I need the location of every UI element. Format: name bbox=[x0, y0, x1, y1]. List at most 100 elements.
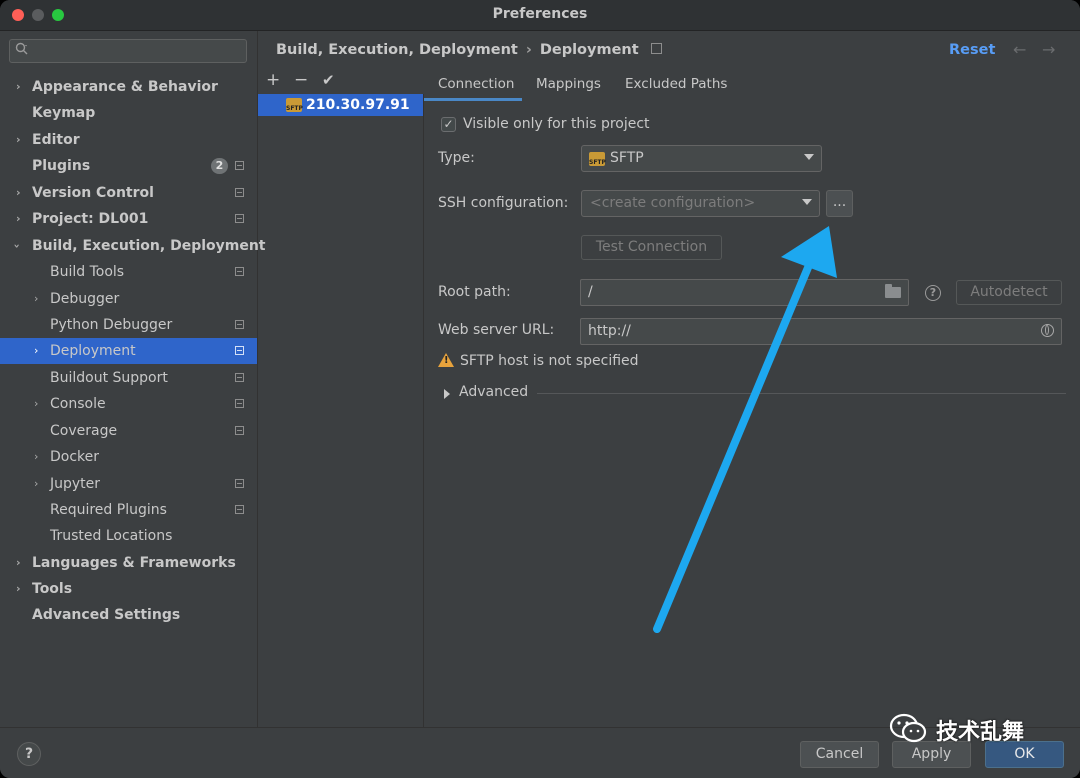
type-value: SFTP bbox=[610, 150, 644, 166]
sidebar-item-label: Buildout Support bbox=[50, 370, 168, 386]
sidebar-item-advanced-settings[interactable]: Advanced Settings bbox=[0, 602, 257, 628]
back-arrow-icon[interactable]: ← bbox=[1013, 40, 1026, 59]
sidebar-item-docker[interactable]: › Docker bbox=[0, 444, 257, 470]
search-icon bbox=[15, 42, 29, 60]
help-icon[interactable]: ? bbox=[925, 285, 941, 301]
autodetect-button[interactable]: Autodetect bbox=[956, 280, 1062, 305]
sidebar-item-build-tools[interactable]: Build Tools bbox=[0, 259, 257, 285]
sidebar-item-console[interactable]: › Console bbox=[0, 391, 257, 417]
server-name: 210.30.97.91 bbox=[306, 97, 410, 113]
web-server-url-label: Web server URL: bbox=[438, 322, 555, 338]
advanced-section-toggle[interactable]: Advanced bbox=[459, 384, 528, 400]
type-select[interactable]: SFTP bbox=[581, 145, 822, 172]
sidebar-item-tools[interactable]: › Tools bbox=[0, 576, 257, 602]
breadcrumb-parent[interactable]: Build, Execution, Deployment bbox=[276, 42, 518, 58]
server-list-item[interactable]: 210.30.97.91 bbox=[258, 94, 423, 116]
sidebar-item-jupyter[interactable]: › Jupyter bbox=[0, 471, 257, 497]
sidebar-item-label: Project: DL001 bbox=[32, 211, 149, 227]
ssh-configuration-value: <create configuration> bbox=[590, 195, 756, 211]
cancel-button[interactable]: Cancel bbox=[800, 741, 879, 768]
deployment-tabs: Connection Mappings Excluded Paths bbox=[424, 70, 1080, 102]
sidebar-item-editor[interactable]: › Editor bbox=[0, 127, 257, 153]
sidebar-item-languages-frameworks[interactable]: › Languages & Frameworks bbox=[0, 550, 257, 576]
folder-icon[interactable] bbox=[885, 284, 901, 298]
project-settings-icon bbox=[235, 479, 244, 488]
chevron-right-icon: › bbox=[34, 397, 39, 410]
sidebar-item-buildout-support[interactable]: Buildout Support bbox=[0, 365, 257, 391]
sidebar-item-appearance-behavior[interactable]: › Appearance & Behavior bbox=[0, 74, 257, 100]
preferences-window: Preferences › Appearance & Behavior Keym… bbox=[0, 0, 1080, 778]
sidebar-item-label: Plugins bbox=[32, 158, 91, 174]
title-bar: Preferences bbox=[0, 0, 1080, 31]
root-path-label: Root path: bbox=[438, 284, 511, 300]
sidebar-item-label: Keymap bbox=[32, 105, 96, 121]
test-connection-button[interactable]: Test Connection bbox=[581, 235, 722, 260]
sidebar-item-label: Version Control bbox=[32, 185, 154, 201]
project-settings-icon bbox=[235, 214, 244, 223]
tab-excluded-paths[interactable]: Excluded Paths bbox=[625, 76, 727, 92]
web-server-url-input[interactable]: http:// bbox=[580, 318, 1062, 345]
sidebar-item-project[interactable]: › Project: DL001 bbox=[0, 206, 257, 232]
chevron-right-icon: › bbox=[16, 556, 21, 569]
visible-only-checkbox[interactable]: ✓ bbox=[441, 117, 456, 132]
root-path-input[interactable]: / bbox=[580, 279, 909, 306]
chevron-down-icon bbox=[804, 154, 814, 160]
server-list-toolbar: + − ✔ bbox=[258, 70, 422, 92]
type-label: Type: bbox=[438, 150, 475, 166]
sidebar-item-label: Editor bbox=[32, 132, 80, 148]
sidebar-item-label: Coverage bbox=[50, 423, 118, 439]
tab-mappings[interactable]: Mappings bbox=[536, 76, 601, 92]
sidebar-item-label: Build Tools bbox=[50, 264, 125, 280]
settings-search-input[interactable] bbox=[9, 39, 247, 63]
tab-connection[interactable]: Connection bbox=[438, 76, 514, 92]
help-button[interactable]: ? bbox=[17, 742, 41, 766]
breadcrumb-separator: › bbox=[525, 42, 532, 58]
chevron-right-icon: › bbox=[16, 582, 21, 595]
project-settings-icon bbox=[235, 161, 244, 170]
sidebar-item-label: Appearance & Behavior bbox=[32, 79, 218, 95]
sidebar-item-deployment[interactable]: › Deployment bbox=[0, 338, 257, 364]
sidebar-item-coverage[interactable]: Coverage bbox=[0, 418, 257, 444]
set-default-server-button[interactable]: ✔ bbox=[322, 71, 335, 89]
sidebar-item-label: Languages & Frameworks bbox=[32, 555, 236, 571]
ssh-configuration-label: SSH configuration: bbox=[438, 195, 569, 211]
sidebar-item-keymap[interactable]: Keymap bbox=[0, 100, 257, 126]
forward-arrow-icon[interactable]: → bbox=[1042, 40, 1055, 59]
project-settings-icon bbox=[650, 43, 662, 54]
sidebar-item-python-debugger[interactable]: Python Debugger bbox=[0, 312, 257, 338]
ssh-configuration-select[interactable]: <create configuration> bbox=[581, 190, 820, 217]
add-server-button[interactable]: + bbox=[266, 70, 280, 90]
sidebar-item-label: Advanced Settings bbox=[32, 607, 181, 623]
reset-link[interactable]: Reset bbox=[949, 42, 995, 58]
server-list: 210.30.97.91 bbox=[258, 94, 424, 727]
ssh-browse-button[interactable]: ... bbox=[826, 190, 853, 217]
chevron-right-icon: › bbox=[16, 133, 21, 146]
sidebar-item-plugins[interactable]: Plugins 2 bbox=[0, 153, 257, 179]
sidebar-item-label: Build, Execution, Deployment bbox=[32, 238, 266, 254]
root-path-value: / bbox=[588, 284, 593, 300]
window-title: Preferences bbox=[492, 6, 588, 22]
chevron-down-icon: › bbox=[10, 243, 24, 249]
sidebar-item-version-control[interactable]: › Version Control bbox=[0, 180, 257, 206]
sidebar-item-required-plugins[interactable]: Required Plugins bbox=[0, 497, 257, 523]
breadcrumb: Build, Execution, Deployment › Deployment bbox=[276, 42, 662, 58]
visible-only-label: Visible only for this project bbox=[463, 116, 650, 132]
project-settings-icon bbox=[235, 320, 244, 329]
chevron-right-icon: › bbox=[34, 344, 39, 357]
sidebar-item-debugger[interactable]: › Debugger bbox=[0, 286, 257, 312]
plugins-update-badge: 2 bbox=[211, 158, 228, 174]
sidebar-item-trusted-locations[interactable]: Trusted Locations bbox=[0, 523, 257, 549]
sidebar-item-label: Required Plugins bbox=[50, 502, 167, 518]
chevron-down-icon bbox=[802, 199, 812, 205]
project-settings-icon bbox=[235, 426, 244, 435]
triangle-right-icon[interactable] bbox=[444, 389, 450, 399]
project-settings-icon bbox=[235, 373, 244, 382]
breadcrumb-current: Deployment bbox=[539, 42, 639, 58]
globe-icon[interactable] bbox=[1041, 324, 1054, 337]
sidebar-item-label: Tools bbox=[32, 581, 73, 597]
sftp-icon bbox=[589, 152, 606, 166]
project-settings-icon bbox=[235, 267, 244, 276]
warning-icon bbox=[438, 353, 454, 367]
remove-server-button[interactable]: − bbox=[294, 70, 308, 90]
sidebar-item-build-execution-deployment[interactable]: › Build, Execution, Deployment bbox=[0, 233, 265, 259]
